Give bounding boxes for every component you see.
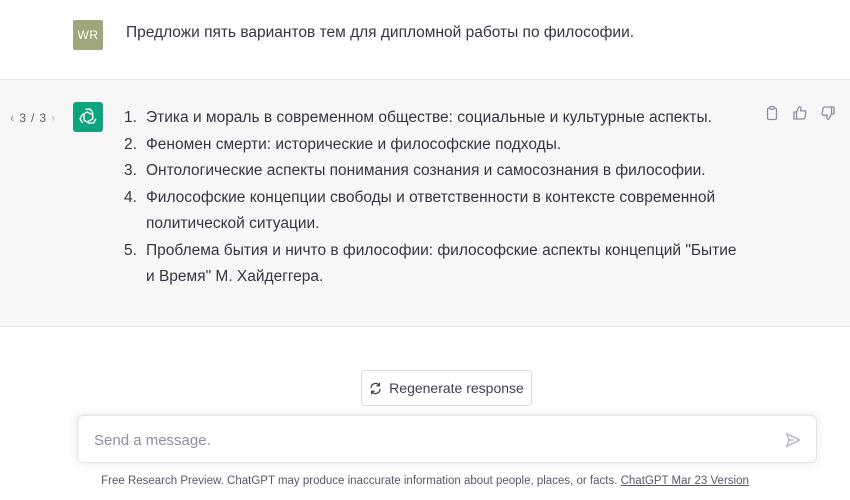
assistant-avatar [73, 102, 103, 132]
list-item-number: 1. [124, 109, 137, 126]
list-item: 1. Этика и мораль в современном обществе… [124, 105, 744, 132]
user-avatar-initials: WR [77, 28, 99, 42]
chevron-left-icon[interactable]: ‹ [10, 110, 14, 125]
openai-logo-icon [79, 108, 97, 124]
pager-current: 3 [19, 110, 27, 125]
message-composer [77, 415, 817, 463]
footer-disclaimer: Free Research Preview. ChatGPT may produ… [0, 475, 850, 487]
user-message-row: WR Предложи пять вариантов тем для дипло… [0, 0, 850, 80]
regenerate-label: Regenerate response [389, 380, 524, 396]
footer-text: Free Research Preview. ChatGPT may produ… [101, 475, 618, 487]
pager-separator: / [31, 110, 35, 125]
list-item: 2. Феномен смерти: исторические и филосо… [124, 132, 744, 159]
list-item-text: Этика и мораль в современном обществе: с… [146, 109, 712, 126]
message-input[interactable] [92, 428, 756, 452]
list-item-number: 2. [124, 135, 137, 153]
list-item: 3. Онтологические аспекты понимания созн… [124, 158, 744, 185]
clipboard-icon[interactable] [764, 105, 780, 121]
assistant-message-row: ‹ 3 / 3 › 1. Этика и мораль в современно… [0, 80, 850, 327]
list-item: 5. Проблема бытия и ничто в философии: ф… [124, 238, 744, 291]
refresh-icon [370, 382, 381, 394]
version-link[interactable]: ChatGPT Mar 23 Version [621, 475, 749, 487]
list-item-text: Философские концепции свободы и ответств… [146, 188, 716, 233]
chevron-right-icon[interactable]: › [51, 110, 55, 125]
list-item-number: 4. [124, 188, 137, 206]
thumbs-up-icon[interactable] [792, 105, 808, 121]
list-item: 4. Философские концепции свободы и ответ… [124, 185, 744, 238]
assistant-answer-list: 1. Этика и мораль в современном обществе… [124, 105, 744, 291]
response-pager: ‹ 3 / 3 › [10, 110, 55, 125]
send-icon[interactable] [784, 431, 802, 449]
list-item-text: Онтологические аспекты понимания сознани… [146, 162, 706, 179]
regenerate-button[interactable]: Regenerate response [361, 370, 532, 406]
message-actions [764, 105, 836, 121]
list-item-number: 3. [124, 162, 137, 179]
thumbs-down-icon[interactable] [820, 105, 836, 121]
list-item-number: 5. [124, 241, 137, 259]
list-item-text: Проблема бытия и ничто в философии: фило… [146, 241, 737, 286]
pager-total: 3 [39, 110, 47, 125]
user-message-text: Предложи пять вариантов тем для дипломно… [126, 24, 635, 41]
user-avatar: WR [73, 20, 103, 50]
list-item-text: Феномен смерти: исторические и философск… [146, 135, 562, 153]
